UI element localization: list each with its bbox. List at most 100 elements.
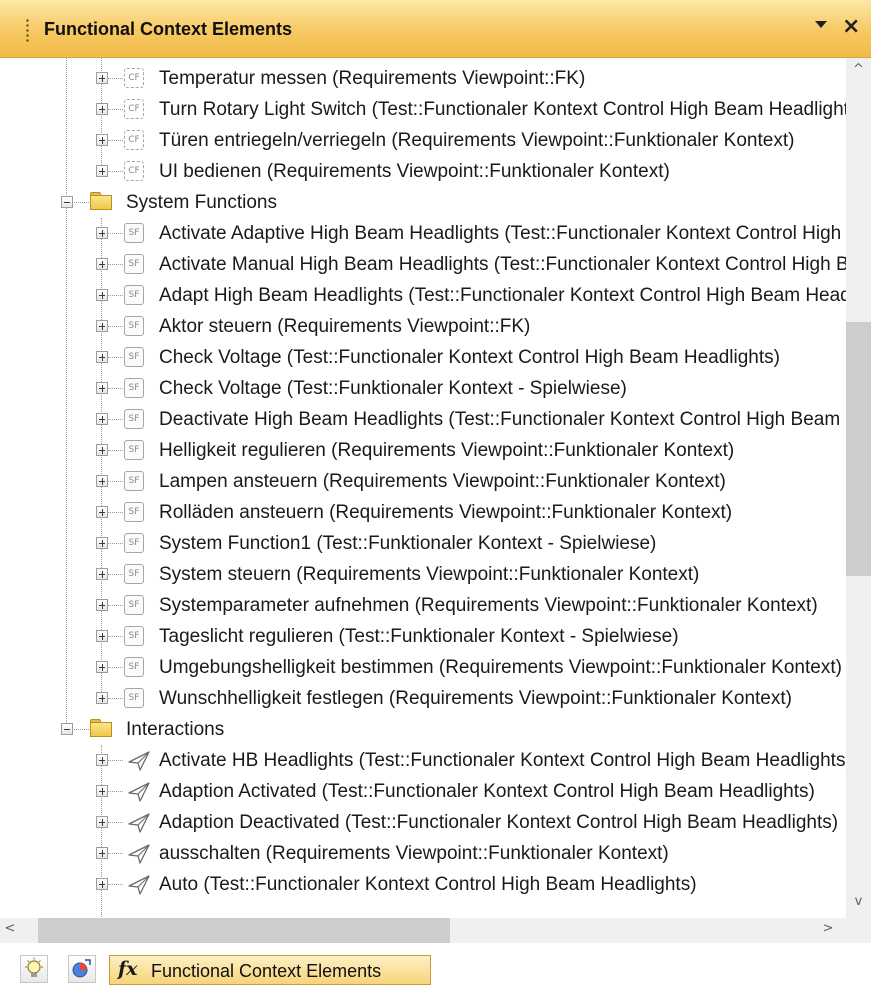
drag-grip-icon[interactable]	[26, 18, 29, 42]
folder-label: Interactions	[126, 719, 225, 740]
collapse-minus-icon[interactable]	[61, 196, 73, 208]
tree-item[interactable]: Adaption Activated (Test::Functionaler K…	[0, 776, 846, 807]
expand-plus-icon[interactable]	[96, 692, 108, 704]
expand-plus-icon[interactable]	[96, 165, 108, 177]
horizontal-scroll-thumb[interactable]	[38, 918, 450, 943]
tree-item[interactable]: CF Temperatur messen (Requirements Viewpo…	[0, 63, 846, 94]
collapse-minus-icon[interactable]	[61, 723, 73, 735]
tree-item-label: Deactivate High Beam Headlights (Test::F…	[159, 409, 846, 430]
functional-context-panel: Functional Context Elements × CF Temperat…	[0, 0, 871, 993]
expand-plus-icon[interactable]	[96, 878, 108, 890]
expand-plus-icon[interactable]	[96, 413, 108, 425]
expand-plus-icon[interactable]	[96, 382, 108, 394]
expand-plus-icon[interactable]	[96, 847, 108, 859]
expand-plus-icon[interactable]	[96, 258, 108, 270]
tree-item-label: Helligkeit regulieren (Requirements View…	[159, 440, 735, 461]
bottom-tab-bar: fx Functional Context Elements	[0, 943, 871, 993]
tree-item[interactable]: SF Tageslicht regulieren (Test::Funktiona…	[0, 621, 846, 652]
tree-item[interactable]: SF Aktor steuern (Requirements Viewpoint:…	[0, 311, 846, 342]
context-function-icon: CF	[124, 161, 144, 181]
system-function-icon: SF	[124, 409, 144, 429]
scroll-down-arrow[interactable]: v	[846, 894, 871, 909]
dropdown-arrow-icon[interactable]	[815, 21, 827, 28]
expand-plus-icon[interactable]	[96, 475, 108, 487]
horizontal-scrollbar[interactable]: < >	[0, 918, 846, 943]
expand-plus-icon[interactable]	[96, 816, 108, 828]
tree-item-label: Adaption Activated (Test::Functionaler K…	[159, 781, 815, 802]
expand-plus-icon[interactable]	[96, 444, 108, 456]
tree-item[interactable]: CF UI bedienen (Requirements Viewpoint::F…	[0, 156, 846, 187]
vertical-scrollbar[interactable]: ^ v	[846, 58, 871, 927]
tree-item[interactable]: SF System steuern (Requirements Viewpoint…	[0, 559, 846, 590]
system-function-icon: SF	[124, 347, 144, 367]
expand-plus-icon[interactable]	[96, 289, 108, 301]
tree-item-label: System steuern (Requirements Viewpoint::…	[159, 564, 700, 585]
message-icon	[127, 750, 151, 772]
tree-folder-node[interactable]: Interactions	[0, 714, 846, 745]
tree-connector-line	[107, 171, 123, 172]
tree-connector-line	[72, 729, 89, 730]
tree-connector-line	[107, 450, 123, 451]
tab-chart[interactable]	[68, 955, 96, 983]
tree-connector-line	[107, 884, 123, 885]
tree-item[interactable]: ausschalten (Requirements Viewpoint::Fun…	[0, 838, 846, 869]
vertical-scroll-thumb[interactable]	[846, 322, 871, 576]
expand-plus-icon[interactable]	[96, 785, 108, 797]
expand-plus-icon[interactable]	[96, 754, 108, 766]
expand-plus-icon[interactable]	[96, 72, 108, 84]
tree-item[interactable]: SF Rolläden ansteuern (Requirements Viewp…	[0, 497, 846, 528]
tree-item-label: Lampen ansteuern (Requirements Viewpoint…	[159, 471, 726, 492]
tree-item[interactable]: SF System Function1 (Test::Funktionaler K…	[0, 528, 846, 559]
scroll-right-arrow[interactable]: >	[818, 921, 838, 936]
close-button[interactable]: ×	[842, 14, 860, 40]
expand-plus-icon[interactable]	[96, 320, 108, 332]
tree-item-label: Check Voltage (Test::Funktionaler Kontex…	[159, 378, 627, 399]
tree-connector-line	[107, 760, 123, 761]
context-function-icon: CF	[124, 130, 144, 150]
expand-plus-icon[interactable]	[96, 134, 108, 146]
expand-plus-icon[interactable]	[96, 661, 108, 673]
tree-item[interactable]: Auto (Test::Functionaler Kontext Control…	[0, 869, 846, 900]
tab-functional-context-elements[interactable]: fx Functional Context Elements	[109, 955, 431, 985]
tree-item[interactable]: Activate HB Headlights (Test::Functional…	[0, 745, 846, 776]
tree-item[interactable]: SF Activate Adaptive High Beam Headlights…	[0, 218, 846, 249]
expand-plus-icon[interactable]	[96, 103, 108, 115]
folder-icon	[90, 719, 112, 737]
tree-connector-line	[107, 388, 123, 389]
lightbulb-icon	[25, 957, 43, 977]
tree-item[interactable]: SF Adapt High Beam Headlights (Test::Func…	[0, 280, 846, 311]
tree-item-label: System Function1 (Test::Funktionaler Kon…	[159, 533, 657, 554]
expand-plus-icon[interactable]	[96, 630, 108, 642]
tree-item[interactable]: SF Lampen ansteuern (Requirements Viewpoi…	[0, 466, 846, 497]
expand-plus-icon[interactable]	[96, 506, 108, 518]
tree-item-label: Activate Manual High Beam Headlights (Te…	[159, 254, 846, 275]
tree-item[interactable]: Adaption Deactivated (Test::Functionaler…	[0, 807, 846, 838]
expand-plus-icon[interactable]	[96, 568, 108, 580]
tree-item[interactable]: SF Check Voltage (Test::Funktionaler Kont…	[0, 373, 846, 404]
scroll-left-arrow[interactable]: <	[0, 921, 20, 936]
tree-item[interactable]: SF Check Voltage (Test::Functionaler Kont…	[0, 342, 846, 373]
expand-plus-icon[interactable]	[96, 599, 108, 611]
element-tree[interactable]: CF Temperatur messen (Requirements Viewpo…	[0, 58, 846, 927]
panel-title-bar[interactable]: Functional Context Elements ×	[0, 0, 871, 58]
tree-item[interactable]: SF Helligkeit regulieren (Requirements Vi…	[0, 435, 846, 466]
tree-item[interactable]: CF Türen entriegeln/verriegeln (Requireme…	[0, 125, 846, 156]
tab-lightbulb[interactable]	[20, 955, 48, 983]
tree-item[interactable]: SF Activate Manual High Beam Headlights (…	[0, 249, 846, 280]
expand-plus-icon[interactable]	[96, 227, 108, 239]
tree-connector-line	[72, 202, 89, 203]
tree-item[interactable]: CF Turn Rotary Light Switch (Test::Functi…	[0, 94, 846, 125]
tree-item-label: Activate HB Headlights (Test::Functional…	[159, 750, 846, 771]
tree-item[interactable]: SF Systemparameter aufnehmen (Requirement…	[0, 590, 846, 621]
expand-plus-icon[interactable]	[96, 537, 108, 549]
tree-item[interactable]: SF Umgebungshelligkeit bestimmen (Require…	[0, 652, 846, 683]
tree-item[interactable]: SF Wunschhelligkeit festlegen (Requiremen…	[0, 683, 846, 714]
tree-connector-line	[107, 233, 123, 234]
tree-item-label: Systemparameter aufnehmen (Requirements …	[159, 595, 818, 616]
tree-item[interactable]: SF Deactivate High Beam Headlights (Test:…	[0, 404, 846, 435]
pie-chart-icon	[72, 959, 91, 978]
expand-plus-icon[interactable]	[96, 351, 108, 363]
scroll-up-arrow[interactable]: ^	[846, 62, 871, 77]
tree-folder-node[interactable]: System Functions	[0, 187, 846, 218]
scrollbar-corner	[846, 918, 871, 943]
